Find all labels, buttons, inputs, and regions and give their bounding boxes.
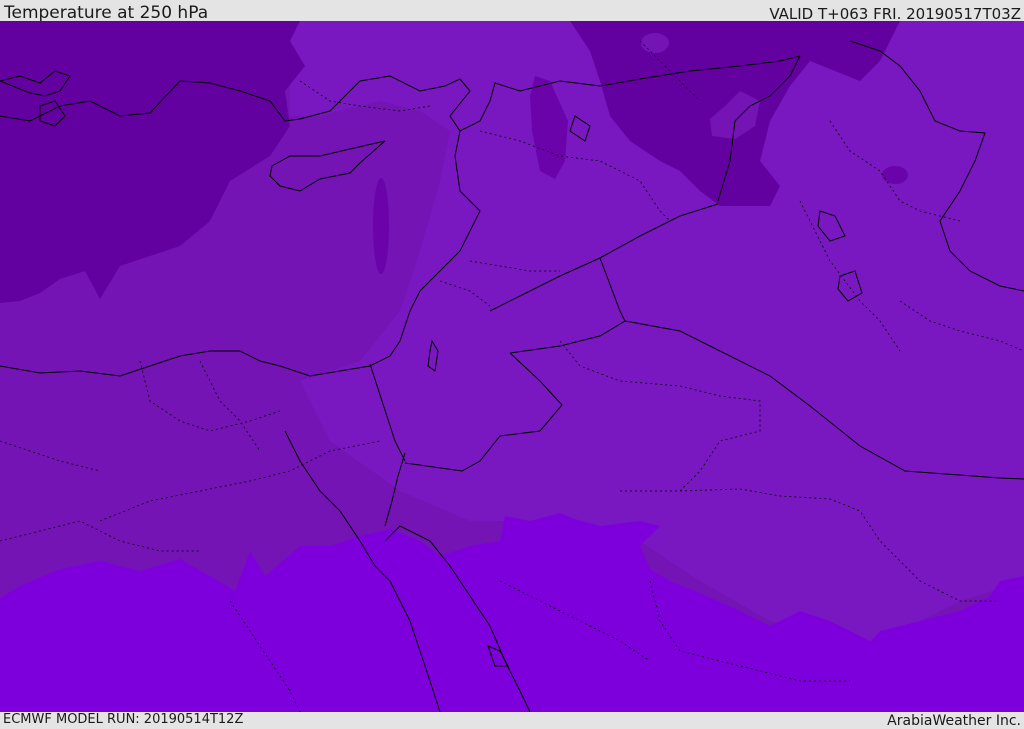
- brand-label: ArabiaWeather Inc.: [887, 713, 1021, 729]
- header-bar: Temperature at 250 hPa VALID T+063 FRI. …: [0, 0, 1024, 23]
- field-light-blob: [641, 33, 669, 53]
- footer-bar: ECMWF MODEL RUN: 20190514T12Z ArabiaWeat…: [0, 712, 1024, 729]
- map-title: Temperature at 250 hPa: [4, 3, 209, 23]
- field-cold-blob-1: [373, 178, 389, 274]
- field-cold-blob-2: [882, 166, 908, 184]
- model-run: ECMWF MODEL RUN: 20190514T12Z: [3, 712, 244, 727]
- weather-map[interactable]: [0, 21, 1024, 712]
